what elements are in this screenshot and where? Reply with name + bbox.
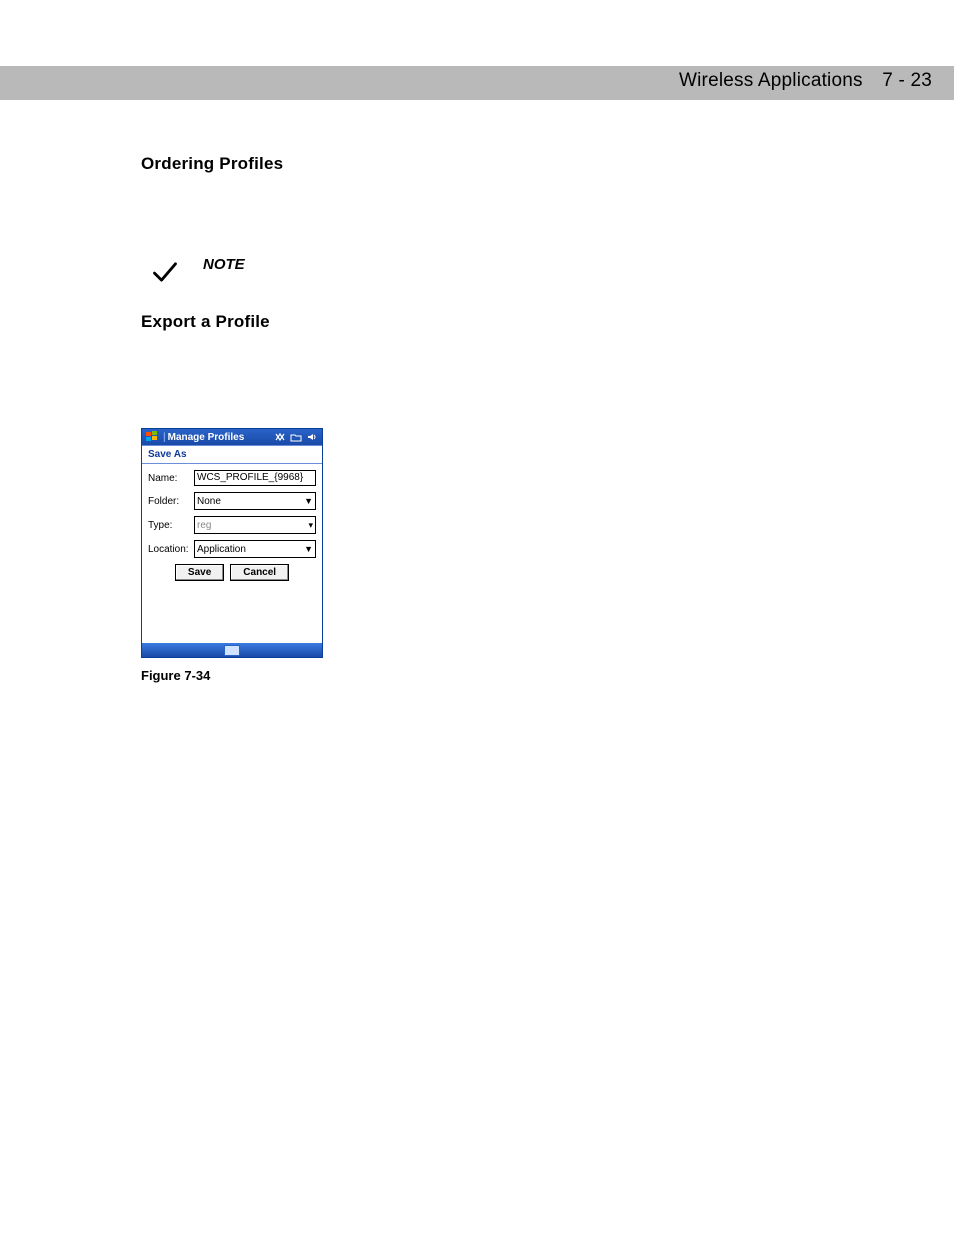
header-page-number: 7 - 23 bbox=[882, 70, 932, 91]
folder-icon[interactable] bbox=[290, 431, 302, 443]
label-type: Type: bbox=[148, 520, 194, 531]
figure-caption: Figure 7-34 bbox=[141, 668, 901, 683]
device-bottombar bbox=[142, 643, 322, 657]
window-titlebar: | Manage Profiles bbox=[142, 429, 322, 445]
header-chapter-title: Wireless Applications bbox=[679, 70, 863, 91]
select-location-value: Application bbox=[197, 544, 246, 555]
note-block: NOTE bbox=[151, 258, 901, 286]
select-location[interactable]: Application ▼ bbox=[194, 540, 316, 558]
speaker-icon[interactable] bbox=[306, 431, 318, 443]
input-name[interactable]: WCS_PROFILE_{9968} bbox=[194, 470, 316, 486]
label-folder: Folder: bbox=[148, 496, 194, 507]
chevron-down-icon: ▾ bbox=[308, 520, 313, 531]
section-heading-ordering: Ordering Profiles bbox=[141, 154, 901, 174]
note-label: NOTE bbox=[203, 256, 245, 273]
dialog-menubar: Save As bbox=[142, 445, 322, 464]
label-name: Name: bbox=[148, 473, 194, 484]
select-type: reg ▾ bbox=[194, 516, 316, 534]
label-location: Location: bbox=[148, 544, 194, 555]
windows-flag-icon[interactable] bbox=[146, 431, 158, 443]
chevron-down-icon: ▼ bbox=[304, 544, 313, 554]
select-type-value: reg bbox=[197, 520, 211, 531]
keyboard-icon[interactable] bbox=[224, 645, 240, 656]
connectivity-icon[interactable] bbox=[274, 431, 286, 443]
page-header: Wireless Applications 7 - 23 bbox=[679, 70, 932, 92]
select-folder-value: None bbox=[197, 496, 221, 507]
chevron-down-icon: ▼ bbox=[304, 496, 313, 506]
checkmark-icon bbox=[151, 258, 179, 286]
select-folder[interactable]: None ▼ bbox=[194, 492, 316, 510]
dialog-body: Name: WCS_PROFILE_{9968} Folder: None ▼ … bbox=[142, 464, 322, 643]
save-button[interactable]: Save bbox=[175, 564, 224, 581]
window-title: Manage Profiles bbox=[168, 432, 274, 443]
device-screenshot: | Manage Profiles bbox=[141, 428, 323, 658]
menubar-saveas[interactable]: Save As bbox=[148, 449, 187, 460]
section-heading-export: Export a Profile bbox=[141, 312, 901, 332]
cancel-button[interactable]: Cancel bbox=[230, 564, 289, 581]
titlebar-separator: | bbox=[163, 432, 166, 443]
